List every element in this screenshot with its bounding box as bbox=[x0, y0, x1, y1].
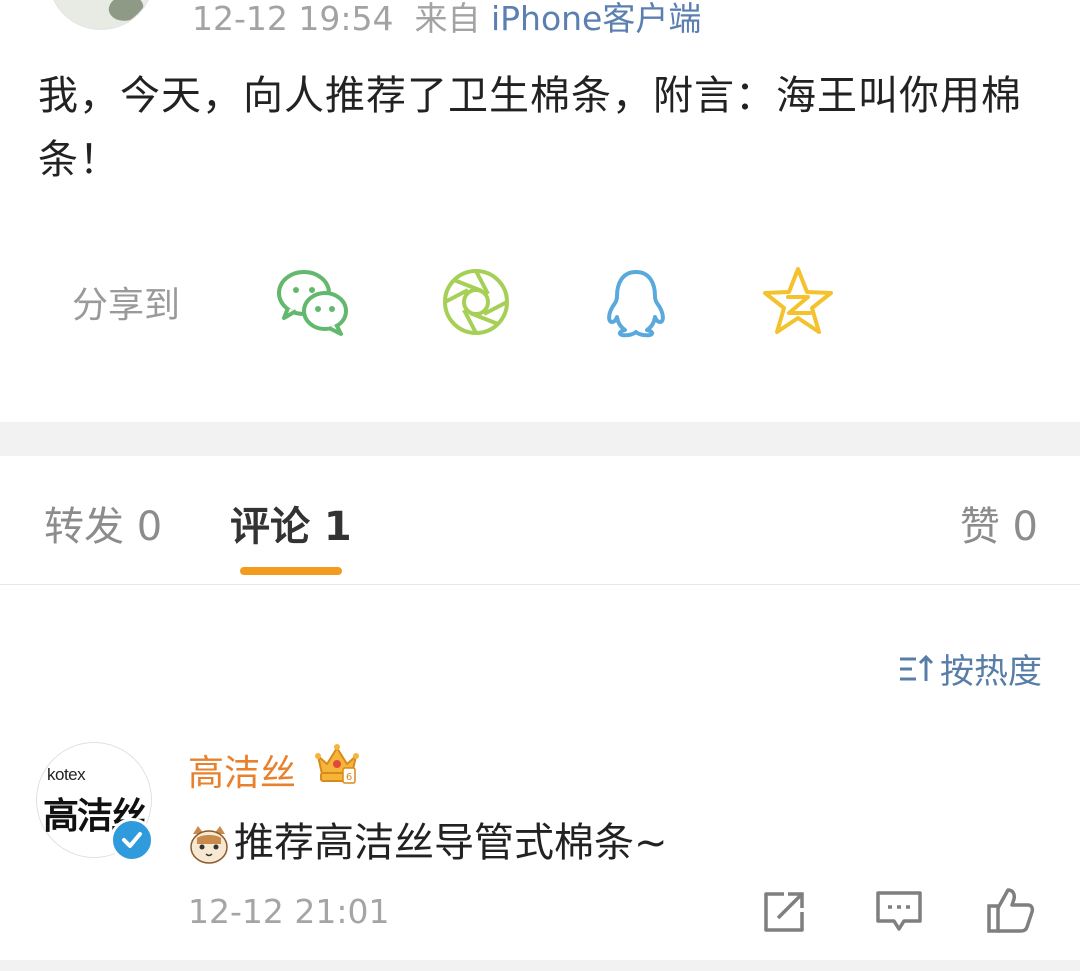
like-comment-icon[interactable] bbox=[986, 886, 1036, 936]
bottom-separator bbox=[0, 960, 1080, 971]
commenter-name[interactable]: 高洁丝 bbox=[188, 744, 296, 796]
sort-icon bbox=[898, 653, 934, 694]
moments-icon[interactable] bbox=[438, 264, 514, 340]
qq-icon[interactable] bbox=[598, 264, 674, 340]
sort-label: 按热度 bbox=[940, 652, 1042, 692]
sort-by-hot-button[interactable]: 按热度 bbox=[898, 644, 1042, 694]
tab-reposts[interactable]: 转发 0 bbox=[44, 494, 162, 552]
vip-crown-icon: 6 bbox=[314, 740, 360, 786]
share-label: 分享到 bbox=[72, 285, 181, 326]
section-separator bbox=[0, 422, 1080, 456]
post-source[interactable]: iPhone客户端 bbox=[491, 0, 701, 38]
repost-comment-icon[interactable] bbox=[760, 886, 810, 936]
wechat-icon[interactable] bbox=[274, 264, 350, 340]
poster-avatar[interactable] bbox=[48, 0, 154, 30]
post-meta: 12-12 19:54 来自 iPhone客户端 bbox=[192, 0, 701, 38]
comment-text-row: 推荐高洁丝导管式棉条~ bbox=[188, 810, 668, 868]
tab-comments[interactable]: 评论 1 bbox=[230, 494, 352, 552]
reply-comment-icon[interactable] bbox=[874, 886, 924, 936]
qzone-icon[interactable] bbox=[760, 264, 836, 340]
active-tab-indicator bbox=[240, 567, 342, 575]
verified-badge-icon bbox=[110, 818, 154, 862]
comment-time: 12-12 21:01 bbox=[188, 892, 390, 931]
tabs-divider bbox=[0, 584, 1080, 585]
comment-text: 推荐高洁丝导管式棉条~ bbox=[234, 820, 668, 866]
svg-text:6: 6 bbox=[346, 772, 352, 783]
post-time: 12-12 19:54 bbox=[192, 0, 394, 38]
kotex-logo: kotex bbox=[47, 765, 86, 784]
tab-likes[interactable]: 赞 0 bbox=[960, 494, 1038, 552]
post-text: 我，今天，向人推荐了卫生棉条，附言：海王叫你用棉条！ bbox=[38, 73, 1022, 183]
cat-emoji-icon bbox=[188, 824, 230, 866]
post-source-prefix: 来自 bbox=[414, 0, 481, 38]
